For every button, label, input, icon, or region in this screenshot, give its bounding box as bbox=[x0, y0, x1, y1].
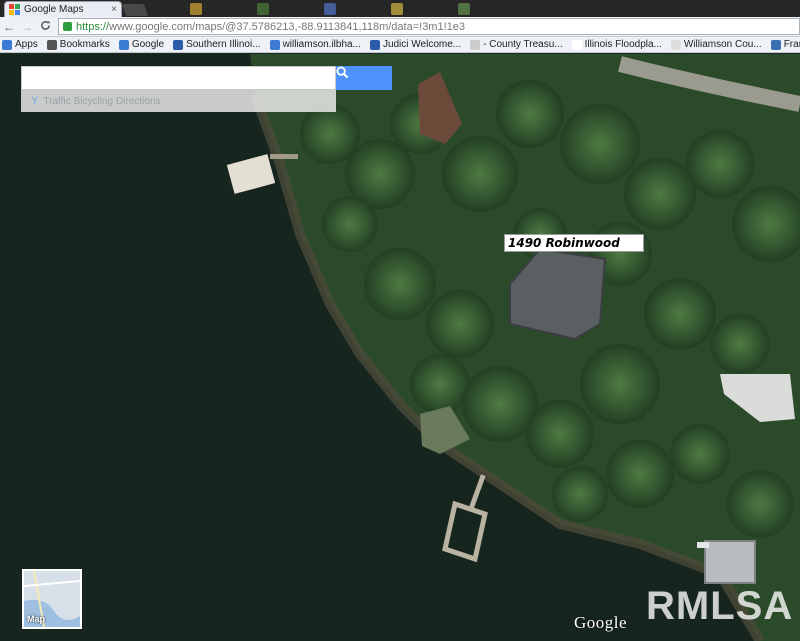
bookmark-label: Bookmarks bbox=[59, 39, 110, 50]
bookmark-item[interactable]: Apps bbox=[2, 39, 38, 50]
search-button[interactable] bbox=[336, 66, 392, 90]
bookmark-label: Williamson Cou... bbox=[683, 39, 762, 50]
traffic-link[interactable]: Traffic bbox=[43, 96, 70, 107]
address-bar[interactable]: https:// www.google.com/maps/@37.5786213… bbox=[58, 18, 800, 35]
satellite-map[interactable]: Y Traffic Bicycling Directions 1490 Robi… bbox=[0, 54, 800, 641]
bookmarks-bar: Apps Bookmarks Google Southern Illinoi... wi… bbox=[0, 37, 800, 53]
new-tab-button[interactable] bbox=[121, 4, 149, 16]
tab-title: Google Maps bbox=[24, 4, 84, 15]
back-button[interactable]: ← bbox=[0, 20, 18, 34]
bookmark-icon bbox=[770, 39, 781, 50]
browser-tab[interactable]: Google Maps × bbox=[4, 1, 122, 17]
app-icon bbox=[257, 3, 269, 15]
map-links-bar: Y Traffic Bicycling Directions bbox=[21, 90, 336, 112]
bookmark-item[interactable]: williamson.ilbha... bbox=[269, 39, 361, 50]
bookmark-icon bbox=[269, 39, 280, 50]
search-box[interactable] bbox=[21, 66, 336, 90]
google-logo: Google bbox=[574, 613, 628, 632]
star-icon bbox=[46, 39, 57, 50]
boat bbox=[697, 542, 709, 548]
reload-button[interactable] bbox=[36, 20, 54, 34]
search-icon bbox=[336, 66, 349, 79]
taskbar-icons bbox=[190, 3, 470, 15]
directions-link[interactable]: Directions bbox=[116, 96, 160, 107]
bookmark-label: Apps bbox=[15, 39, 38, 50]
bookmark-item[interactable]: Franklin Coun bbox=[770, 39, 800, 50]
bookmark-label: Illinois Floodpla... bbox=[584, 39, 662, 50]
app-icon bbox=[458, 3, 470, 15]
bookmark-item[interactable]: Williamson Cou... bbox=[670, 39, 762, 50]
bookmark-item[interactable]: - County Treasu... bbox=[470, 39, 563, 50]
search-input[interactable] bbox=[22, 67, 335, 89]
apps-icon bbox=[2, 39, 12, 50]
bookmark-label: - County Treasu... bbox=[483, 39, 563, 50]
browser-toolbar: ← → https:// www.google.com/maps/@37.578… bbox=[0, 17, 800, 37]
boat-dock bbox=[704, 540, 756, 584]
url-text: www.google.com/maps/@37.5786213,-88.9113… bbox=[109, 20, 466, 33]
lock-icon bbox=[63, 22, 72, 31]
bookmark-label: Google bbox=[131, 39, 165, 50]
bookmark-item[interactable]: Judici Welcome... bbox=[369, 39, 462, 50]
google-maps-icon bbox=[9, 4, 20, 15]
page-icon bbox=[670, 39, 681, 50]
bookmark-label: Franklin Coun bbox=[783, 39, 800, 50]
forward-button[interactable]: → bbox=[18, 20, 36, 34]
reload-icon bbox=[40, 20, 50, 30]
bookmark-label: Southern Illinoi... bbox=[186, 39, 261, 50]
directions-icon: Y bbox=[31, 95, 39, 107]
bookmark-label: williamson.ilbha... bbox=[282, 39, 361, 50]
bookmark-label: Judici Welcome... bbox=[382, 39, 462, 50]
app-icon bbox=[391, 3, 403, 15]
watermark: RMLSA bbox=[646, 584, 794, 628]
app-icon bbox=[324, 3, 336, 15]
bicycling-link[interactable]: Bicycling bbox=[74, 96, 113, 107]
bookmark-icon bbox=[369, 39, 380, 50]
bookmark-item[interactable]: Bookmarks bbox=[46, 39, 110, 50]
map-thumbnail-label: Map bbox=[27, 614, 45, 624]
tab-strip: Google Maps × bbox=[0, 0, 800, 17]
satellite-imagery bbox=[0, 54, 800, 641]
boat-dock-walkway bbox=[270, 154, 298, 159]
page-icon bbox=[470, 39, 481, 50]
close-icon[interactable]: × bbox=[111, 4, 121, 15]
bookmark-item[interactable]: Google bbox=[118, 39, 165, 50]
app-icon bbox=[190, 3, 202, 15]
bookmark-item[interactable]: Illinois Floodpla... bbox=[571, 39, 662, 50]
address-label: 1490 Robinwood bbox=[504, 234, 644, 252]
bookmark-icon bbox=[173, 39, 184, 50]
bookmark-item[interactable]: Southern Illinoi... bbox=[173, 39, 261, 50]
url-scheme: https:// bbox=[76, 20, 110, 33]
page-icon bbox=[571, 39, 582, 50]
google-icon bbox=[118, 39, 129, 50]
map-view-toggle[interactable]: Map bbox=[22, 569, 82, 629]
